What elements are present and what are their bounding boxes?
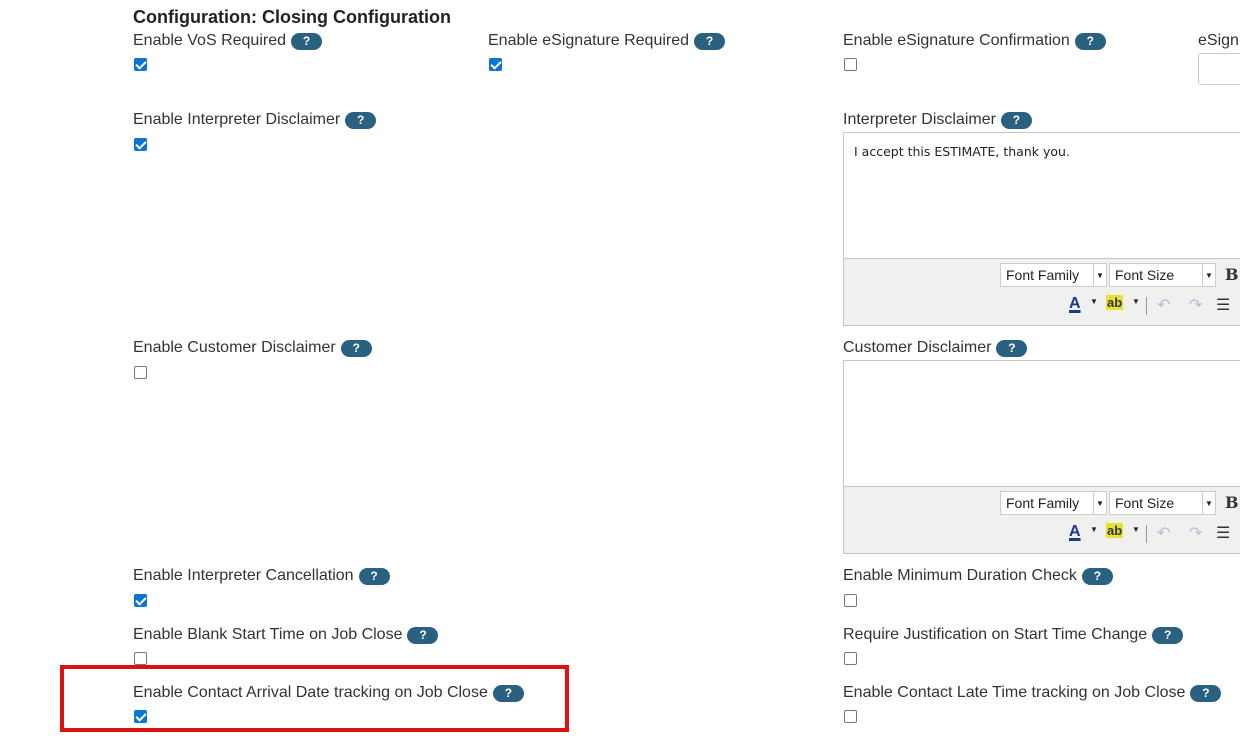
esignature-confirmation-label: Enable eSignature Confirmation ? — [843, 30, 1106, 52]
highlight-annotation-box — [60, 665, 569, 732]
customer-disclaimer-checkbox[interactable] — [134, 366, 147, 379]
customer-disclaimer-enable-label: Enable Customer Disclaimer ? — [133, 337, 372, 359]
font-family-text: Font Family — [1006, 267, 1080, 283]
undo-icon[interactable]: ↶ — [1157, 295, 1170, 315]
editor-toolbar: Font Family ▼ Font Size ▼ B A ▼ ab ▼ ↶ ↷… — [844, 259, 1240, 325]
toolbar-separator — [1146, 525, 1147, 543]
minimum-duration-check-text: Enable Minimum Duration Check — [843, 567, 1077, 584]
contact-late-time-tracking-checkbox[interactable] — [844, 710, 857, 723]
justification-start-time-checkbox[interactable] — [844, 652, 857, 665]
help-icon[interactable]: ? — [291, 32, 322, 50]
help-icon[interactable]: ? — [340, 339, 372, 357]
esignature-required-text: Enable eSignature Required — [488, 32, 690, 49]
editor-toolbar: Font Family ▼ Font Size ▼ B A ▼ ab ▼ ↶ ↷… — [844, 487, 1240, 553]
bullet-list-icon[interactable]: ☰ — [1216, 523, 1230, 543]
font-size-text: Font Size — [1115, 495, 1175, 511]
esign-partial-label: eSign — [1198, 32, 1239, 49]
interpreter-disclaimer-enable-label: Enable Interpreter Disclaimer ? — [133, 109, 377, 131]
customer-disclaimer-content[interactable] — [844, 361, 1240, 487]
justification-start-time-label: Require Justification on Start Time Chan… — [843, 624, 1184, 646]
minimum-duration-check-label: Enable Minimum Duration Check ? — [843, 565, 1113, 587]
interpreter-disclaimer-editor: I accept this ESTIMATE, thank you. Font … — [843, 132, 1240, 326]
help-icon[interactable]: ? — [1081, 567, 1113, 585]
toolbar-separator — [1146, 297, 1147, 315]
vos-required-label: Enable VoS Required ? — [133, 30, 322, 52]
esign-input[interactable] — [1198, 53, 1240, 85]
esignature-required-label: Enable eSignature Required ? — [488, 30, 726, 52]
vos-required-checkbox[interactable] — [134, 58, 147, 71]
help-icon[interactable]: ? — [345, 111, 377, 129]
esignature-confirmation-text: Enable eSignature Confirmation — [843, 32, 1070, 49]
help-icon[interactable]: ? — [996, 339, 1028, 357]
interpreter-cancellation-text: Enable Interpreter Cancellation — [133, 567, 354, 584]
chevron-down-icon[interactable]: ▼ — [1132, 297, 1140, 306]
minimum-duration-check-checkbox[interactable] — [844, 594, 857, 607]
help-icon[interactable]: ? — [694, 32, 726, 50]
vos-required-text: Enable VoS Required — [133, 32, 286, 49]
customer-disclaimer-editor: Font Family ▼ Font Size ▼ B A ▼ ab ▼ ↶ ↷… — [843, 360, 1240, 554]
help-icon[interactable]: ? — [358, 567, 390, 585]
interpreter-disclaimer-enable-text: Enable Interpreter Disclaimer — [133, 111, 341, 128]
font-color-icon[interactable]: A — [1069, 295, 1081, 313]
help-icon[interactable]: ? — [407, 626, 439, 644]
redo-icon[interactable]: ↷ — [1189, 523, 1202, 543]
interpreter-cancellation-label: Enable Interpreter Cancellation ? — [133, 565, 390, 587]
blank-start-time-checkbox[interactable] — [134, 652, 147, 665]
highlight-color-icon[interactable]: ab — [1106, 295, 1124, 310]
bold-icon[interactable]: B — [1225, 265, 1239, 284]
font-family-text: Font Family — [1006, 495, 1080, 511]
chevron-down-icon[interactable]: ▼ — [1090, 297, 1098, 306]
font-size-dropdown[interactable]: Font Size ▼ — [1109, 263, 1216, 287]
section-title: Configuration: Closing Configuration — [133, 7, 451, 27]
chevron-down-icon: ▼ — [1202, 264, 1215, 286]
interpreter-disclaimer-text-label: Interpreter Disclaimer — [843, 111, 996, 128]
interpreter-disclaimer-checkbox[interactable] — [134, 138, 147, 151]
undo-icon[interactable]: ↶ — [1157, 523, 1170, 543]
interpreter-disclaimer-label: Interpreter Disclaimer ? — [843, 109, 1032, 131]
interpreter-cancellation-checkbox[interactable] — [134, 594, 147, 607]
contact-late-time-tracking-label: Enable Contact Late Time tracking on Job… — [843, 682, 1222, 704]
font-color-icon[interactable]: A — [1069, 523, 1081, 541]
blank-start-time-text: Enable Blank Start Time on Job Close — [133, 626, 403, 643]
contact-late-time-tracking-text: Enable Contact Late Time tracking on Job… — [843, 684, 1186, 701]
help-icon[interactable]: ? — [1152, 626, 1184, 644]
interpreter-disclaimer-content[interactable]: I accept this ESTIMATE, thank you. — [844, 133, 1240, 259]
redo-icon[interactable]: ↷ — [1189, 295, 1202, 315]
esignature-required-checkbox[interactable] — [489, 58, 502, 71]
customer-disclaimer-text-label: Customer Disclaimer — [843, 339, 992, 356]
font-size-text: Font Size — [1115, 267, 1175, 283]
font-size-dropdown[interactable]: Font Size ▼ — [1109, 491, 1216, 515]
esignature-confirmation-checkbox[interactable] — [844, 58, 857, 71]
font-family-dropdown[interactable]: Font Family ▼ — [1000, 263, 1107, 287]
chevron-down-icon[interactable]: ▼ — [1090, 525, 1098, 534]
chevron-down-icon[interactable]: ▼ — [1132, 525, 1140, 534]
help-icon[interactable]: ? — [1074, 32, 1106, 50]
highlight-color-icon[interactable]: ab — [1106, 523, 1124, 538]
chevron-down-icon: ▼ — [1202, 492, 1215, 514]
help-icon[interactable]: ? — [1190, 684, 1222, 702]
closing-configuration-page: Configuration: Closing Configuration Ena… — [0, 0, 1240, 736]
bullet-list-icon[interactable]: ☰ — [1216, 295, 1230, 315]
customer-disclaimer-enable-text: Enable Customer Disclaimer — [133, 339, 336, 356]
help-icon[interactable]: ? — [1000, 111, 1032, 129]
customer-disclaimer-label: Customer Disclaimer ? — [843, 337, 1028, 359]
bold-icon[interactable]: B — [1225, 493, 1239, 512]
chevron-down-icon: ▼ — [1093, 492, 1106, 514]
chevron-down-icon: ▼ — [1093, 264, 1106, 286]
blank-start-time-label: Enable Blank Start Time on Job Close ? — [133, 624, 439, 646]
justification-start-time-text: Require Justification on Start Time Chan… — [843, 626, 1148, 643]
font-family-dropdown[interactable]: Font Family ▼ — [1000, 491, 1107, 515]
